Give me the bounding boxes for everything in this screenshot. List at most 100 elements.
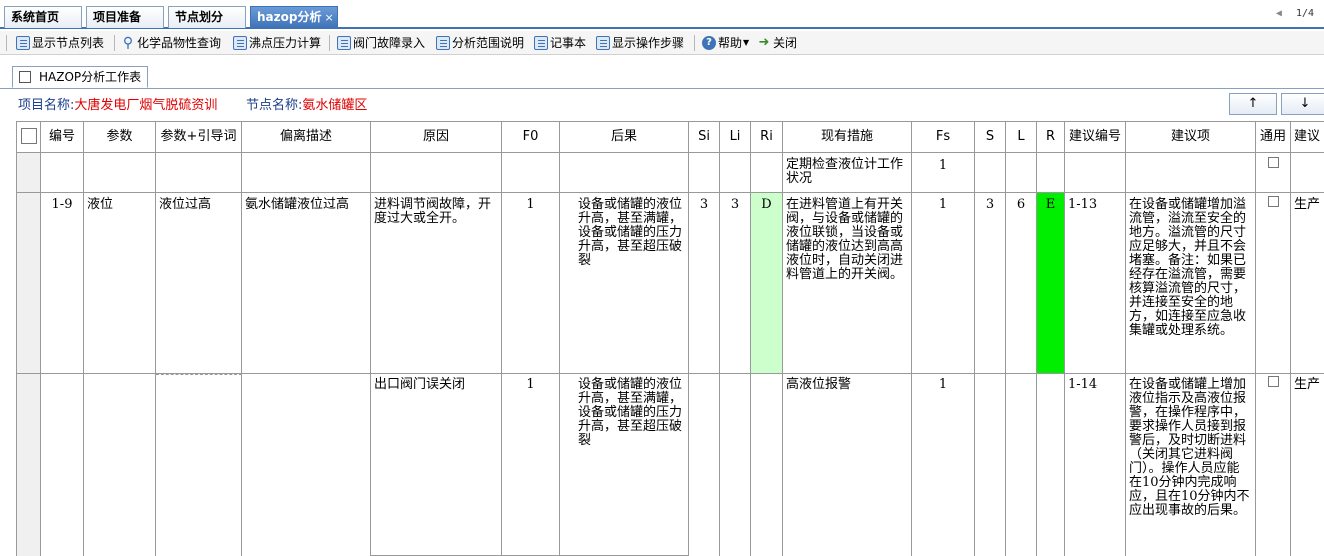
table-cell[interactable] (689, 153, 720, 193)
common-checkbox[interactable] (1267, 157, 1279, 168)
scroll-left-icon[interactable]: ◀ (1276, 8, 1282, 19)
table-cell[interactable] (156, 153, 242, 193)
cell-measures[interactable]: 定期检查液位计工作状况 (783, 153, 912, 193)
tab-project-prep[interactable]: 项目准备 (86, 6, 164, 28)
cell-r[interactable]: E (1037, 193, 1065, 374)
cell-measures[interactable]: 在进料管道上有开关阀，与设备或储罐的液位联锁，当设备或储罐的液位达到高高液位时，… (783, 193, 912, 374)
cell-fs[interactable]: 1 (912, 193, 975, 374)
table-cell[interactable] (1006, 153, 1037, 193)
tab-node-division[interactable]: 节点划分 (168, 6, 246, 28)
row-selector[interactable] (17, 153, 41, 193)
header-suggestion-2[interactable]: 建议 (1291, 122, 1324, 153)
table-cell[interactable] (1037, 153, 1065, 193)
header-ri[interactable]: Ri (751, 122, 783, 153)
header-param[interactable]: 参数 (84, 122, 156, 153)
table-cell[interactable] (1006, 374, 1037, 556)
table-cell[interactable] (41, 153, 84, 193)
header-l[interactable]: L (1006, 122, 1037, 153)
header-si[interactable]: Si (689, 122, 720, 153)
table-cell[interactable] (41, 374, 84, 556)
cell-ri[interactable]: D (751, 193, 783, 374)
cell-s[interactable]: 3 (975, 193, 1006, 374)
move-down-button[interactable]: ↓ (1281, 93, 1324, 115)
valve-fault-entry-button[interactable]: 阀门故障录入 (337, 33, 425, 53)
table-cell[interactable] (1037, 374, 1065, 556)
header-param-guide[interactable]: 参数+引导词 (156, 122, 242, 153)
header-s[interactable]: S (975, 122, 1006, 153)
table-cell[interactable] (751, 153, 783, 193)
notepad-button[interactable]: 记事本 (534, 33, 586, 53)
header-r[interactable]: R (1037, 122, 1065, 153)
table-cell[interactable] (371, 153, 502, 193)
table-cell[interactable] (156, 374, 242, 556)
cell-consequence[interactable]: 设备或储罐的液位升高，甚至满罐，设备或储罐的压力升高，甚至超压破裂 (560, 193, 689, 374)
cell-num[interactable]: 1-9 (41, 193, 84, 374)
header-measures[interactable]: 现有措施 (783, 122, 912, 153)
table-cell[interactable] (242, 374, 371, 556)
header-cause[interactable]: 原因 (371, 122, 502, 153)
cell-sugg-num[interactable]: 1-13 (1065, 193, 1126, 374)
chemical-property-query-button[interactable]: ⚲ 化学品物性查询 (121, 33, 221, 53)
tab-system-home[interactable]: 系统首页 (4, 6, 82, 28)
cell-fs[interactable]: 1 (912, 374, 975, 556)
cell-param-guide[interactable]: 液位过高 (156, 193, 242, 374)
table-cell[interactable] (720, 374, 751, 556)
table-cell[interactable] (1291, 153, 1324, 193)
cell-param[interactable]: 液位 (84, 193, 156, 374)
cell-deviation[interactable]: 氨水储罐液位过高 (242, 193, 371, 374)
cell-consequence[interactable]: 设备或储罐的液位升高，甚至满罐，设备或储罐的压力升高，甚至超压破裂 (560, 374, 689, 556)
header-sugg-num[interactable]: 建议编号 (1065, 122, 1126, 153)
cell-cause[interactable]: 出口阀门误关闭 (371, 374, 502, 556)
header-li[interactable]: Li (720, 122, 751, 153)
cell-measures[interactable]: 高液位报警 (783, 374, 912, 556)
analysis-scope-button[interactable]: 分析范围说明 (436, 33, 524, 53)
tab-hazop-analysis[interactable]: hazop分析 × (250, 6, 338, 28)
cell-l[interactable]: 6 (1006, 193, 1037, 374)
select-all-checkbox[interactable] (20, 128, 37, 144)
cell-f0[interactable]: 1 (502, 193, 560, 374)
common-checkbox[interactable] (1267, 196, 1279, 207)
cell-suggestion[interactable]: 在设备或储罐上增加液位指示及高液位报警，在操作程序中，要求操作人员接到报警后，及… (1126, 374, 1256, 556)
cell-si[interactable]: 3 (689, 193, 720, 374)
table-cell[interactable] (502, 153, 560, 193)
table-cell[interactable] (1126, 153, 1256, 193)
table-cell[interactable] (84, 153, 156, 193)
help-button[interactable]: ? 帮助 ▼ (702, 33, 749, 53)
header-common[interactable]: 通用 (1256, 122, 1291, 153)
header-deviation[interactable]: 偏离描述 (242, 122, 371, 153)
table-cell[interactable] (720, 153, 751, 193)
table-cell[interactable] (84, 374, 156, 556)
table-cell[interactable] (975, 374, 1006, 556)
worksheet-tab[interactable]: HAZOP分析工作表 (12, 66, 149, 88)
common-checkbox[interactable] (1267, 376, 1279, 387)
cell-li[interactable]: 3 (720, 193, 751, 374)
tab-close-icon[interactable]: × (324, 11, 333, 24)
header-fs[interactable]: Fs (912, 122, 975, 153)
table-cell[interactable] (975, 153, 1006, 193)
show-steps-button[interactable]: 显示操作步骤 (596, 33, 684, 53)
cell-cause[interactable]: 进料调节阀故障，开度过大或全开。 (371, 193, 502, 374)
header-suggestion[interactable]: 建议项 (1126, 122, 1256, 153)
header-f0[interactable]: F0 (502, 122, 560, 153)
table-cell[interactable] (560, 153, 689, 193)
row-selector[interactable] (17, 193, 41, 374)
boiling-pressure-calc-button[interactable]: 沸点压力计算 (233, 33, 321, 53)
row-selector[interactable] (17, 374, 41, 556)
cell-suggestion-2[interactable]: 生产 (1291, 374, 1324, 556)
table-cell[interactable] (689, 374, 720, 556)
cell-suggestion[interactable]: 在设备或储罐增加溢流管，溢流至安全的地方。溢流管的尺寸应足够大，并且不会堵塞。备… (1126, 193, 1256, 374)
cell-suggestion-2[interactable]: 生产 (1291, 193, 1324, 374)
cell-sugg-num[interactable]: 1-14 (1065, 374, 1126, 556)
table-cell[interactable] (751, 374, 783, 556)
cell-fs[interactable]: 1 (912, 153, 975, 193)
table-cell[interactable] (1065, 153, 1126, 193)
header-consequence[interactable]: 后果 (560, 122, 689, 153)
cell-f0[interactable]: 1 (502, 374, 560, 556)
close-button[interactable]: ➜ 关闭 (757, 33, 797, 53)
table-cell[interactable] (242, 153, 371, 193)
tab-label: 节点划分 (175, 10, 224, 24)
header-num[interactable]: 编号 (41, 122, 84, 153)
show-node-list-button[interactable]: 显示节点列表 (16, 33, 104, 53)
header-select-all[interactable] (17, 122, 41, 153)
move-up-button[interactable]: ↑ (1229, 93, 1277, 115)
